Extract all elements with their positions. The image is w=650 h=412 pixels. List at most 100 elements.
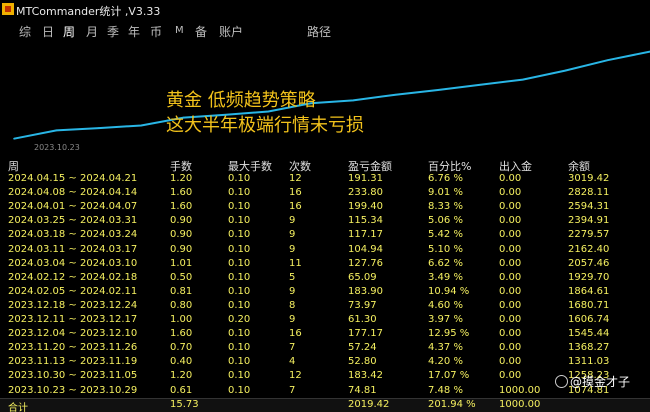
balance-point	[98, 127, 100, 129]
cell-count: 9	[289, 285, 296, 297]
cell-balance: 2828.11	[568, 187, 610, 199]
cell-week: 2024.02.12 ~ 2024.02.18	[8, 271, 138, 283]
table-row[interactable]: 2023.11.13 ~ 2023.11.19 0.40 0.10 4 52.80 4.2…	[0, 355, 650, 369]
cell-count: 7	[289, 342, 296, 354]
cell-pnl: 177.17	[348, 328, 383, 340]
cell-count: 16	[289, 328, 302, 340]
table-row[interactable]: 2024.04.01 ~ 2024.04.07 1.60 0.10 16 199.40 8…	[0, 200, 650, 214]
cell-count: 16	[289, 201, 302, 213]
table-header: 周 手数 最大手数 次数 盈亏金额 百分比% 出入金 余额	[0, 157, 650, 173]
cell-balance: 1606.74	[568, 314, 610, 325]
cell-lots: 1.00	[170, 314, 193, 325]
cell-week: 2023.10.30 ~ 2023.11.05	[8, 370, 138, 382]
table-row[interactable]: 2024.02.12 ~ 2024.02.18 0.50 0.10 5 65.09 3.4…	[0, 271, 650, 285]
cell-pnl: 183.42	[348, 370, 383, 382]
cell-count: 9	[289, 243, 296, 255]
app-icon	[2, 3, 14, 15]
balance-point	[479, 83, 482, 86]
watermark-text: @摸金才子	[570, 375, 631, 389]
chart-start-date: 2023.10.23	[34, 143, 80, 152]
cell-lots: 0.80	[170, 299, 193, 311]
cell-max-lots: 0.10	[228, 257, 251, 269]
table-row[interactable]: 2023.12.11 ~ 2023.12.17 1.00 0.20 9 61.30 3.9…	[0, 313, 650, 327]
balance-point	[140, 124, 142, 127]
cell-percent: 5.06 %	[428, 215, 463, 227]
cell-week: 2023.11.20 ~ 2023.11.26	[8, 342, 138, 354]
tab-quarter[interactable]: 季	[107, 23, 119, 40]
cell-count: 9	[289, 215, 296, 227]
tab-month[interactable]: 月	[86, 23, 98, 40]
table-row[interactable]: 2023.11.20 ~ 2023.11.26 0.70 0.10 7 57.24 4.3…	[0, 341, 650, 355]
cell-deposit: 1000.00	[499, 384, 541, 396]
cell-count: 4	[289, 356, 296, 368]
cell-deposit: 0.00	[499, 314, 522, 325]
table-row[interactable]: 2024.03.04 ~ 2024.03.10 1.01 0.10 11 127.76 6…	[0, 257, 650, 271]
total-pnl: 2019.42	[348, 399, 390, 410]
cell-deposit: 0.00	[499, 215, 522, 227]
cell-pnl: 183.90	[348, 285, 383, 297]
cell-lots: 0.61	[170, 384, 193, 396]
table-row[interactable]: 2024.03.11 ~ 2024.03.17 0.90 0.10 9 104.94 5.…	[0, 243, 650, 257]
cell-lots: 1.60	[170, 187, 193, 199]
tab-day[interactable]: 日	[42, 23, 54, 40]
cell-max-lots: 0.10	[228, 299, 251, 311]
tab-currency[interactable]: 币	[150, 23, 162, 40]
cell-lots: 0.90	[170, 215, 193, 227]
cell-percent: 6.76 %	[428, 173, 463, 184]
table-row[interactable]: 2024.02.05 ~ 2024.02.11 0.81 0.10 9 183.90 10…	[0, 285, 650, 299]
cell-pnl: 57.24	[348, 342, 377, 354]
tab-summary[interactable]: 综	[19, 23, 31, 40]
cell-week: 2023.12.11 ~ 2023.12.17	[8, 314, 138, 325]
cell-max-lots: 0.10	[228, 285, 251, 297]
cell-pnl: 52.80	[348, 356, 377, 368]
cell-max-lots: 0.10	[228, 243, 251, 255]
table-row[interactable]: 2023.12.04 ~ 2023.12.10 1.60 0.10 16 177.17 1…	[0, 327, 650, 341]
cell-max-lots: 0.10	[228, 342, 251, 354]
cell-week: 2024.03.11 ~ 2024.03.17	[8, 243, 138, 255]
cell-pnl: 191.31	[348, 173, 383, 184]
cell-pnl: 115.34	[348, 215, 383, 227]
balance-chart: 黄金 低频趋势策略 这大半年极端行情未亏损 2023.10.23	[4, 42, 650, 154]
table-row[interactable]: 2024.04.08 ~ 2024.04.14 1.60 0.10 16 233.80 9…	[0, 186, 650, 200]
cell-max-lots: 0.10	[228, 370, 251, 382]
wechat-icon	[555, 375, 568, 388]
balance-chart-svg	[13, 50, 650, 140]
cell-deposit: 0.00	[499, 229, 522, 241]
cell-deposit: 0.00	[499, 299, 522, 311]
tab-m[interactable]: M	[175, 25, 184, 36]
cell-lots: 1.20	[170, 370, 193, 382]
total-percent: 201.94 %	[428, 399, 476, 410]
period-tabs: 综 日 周 月 季 年 币 M 备 账户 路径	[0, 20, 650, 42]
tab-path[interactable]: 路径	[307, 23, 331, 40]
table-row[interactable]: 2023.10.30 ~ 2023.11.05 1.20 0.10 12 183.42 1…	[0, 369, 650, 383]
cell-balance: 1368.27	[568, 342, 610, 354]
cell-percent: 12.95 %	[428, 328, 470, 340]
cell-pnl: 73.97	[348, 299, 377, 311]
cell-percent: 4.60 %	[428, 299, 463, 311]
cell-lots: 0.90	[170, 243, 193, 255]
cell-count: 16	[289, 187, 302, 199]
cell-lots: 1.60	[170, 328, 193, 340]
watermark: @摸金才子	[555, 373, 630, 391]
cell-week: 2023.12.04 ~ 2023.12.10	[8, 328, 138, 340]
cell-week: 2024.04.15 ~ 2024.04.21	[8, 173, 138, 184]
cell-pnl: 74.81	[348, 384, 377, 396]
cell-max-lots: 0.10	[228, 201, 251, 213]
tab-week[interactable]: 周	[63, 23, 75, 40]
total-deposit: 1000.00	[499, 399, 541, 410]
cell-deposit: 0.00	[499, 201, 522, 213]
cell-max-lots: 0.10	[228, 356, 251, 368]
table-row[interactable]: 2023.10.23 ~ 2023.10.29 0.61 0.10 7 74.81 7.4…	[0, 384, 650, 398]
tab-account[interactable]: 账户	[219, 23, 243, 40]
window-title: MTCommander统计 ,V3.33	[16, 5, 161, 18]
cell-percent: 7.48 %	[428, 384, 463, 396]
table-row[interactable]: 2023.12.18 ~ 2023.12.24 0.80 0.10 8 73.97 4.6…	[0, 299, 650, 313]
balance-point	[437, 89, 439, 91]
cell-lots: 0.40	[170, 356, 193, 368]
table-row[interactable]: 2024.04.15 ~ 2024.04.21 1.20 0.10 12 191.31 6…	[0, 172, 650, 186]
tab-notes[interactable]: 备	[195, 23, 207, 40]
tab-year[interactable]: 年	[128, 23, 140, 40]
cell-week: 2023.11.13 ~ 2023.11.19	[8, 356, 138, 368]
table-row[interactable]: 2024.03.18 ~ 2024.03.24 0.90 0.10 9 117.17 5.…	[0, 228, 650, 242]
table-row[interactable]: 2024.03.25 ~ 2024.03.31 0.90 0.10 9 115.34 5.…	[0, 214, 650, 228]
